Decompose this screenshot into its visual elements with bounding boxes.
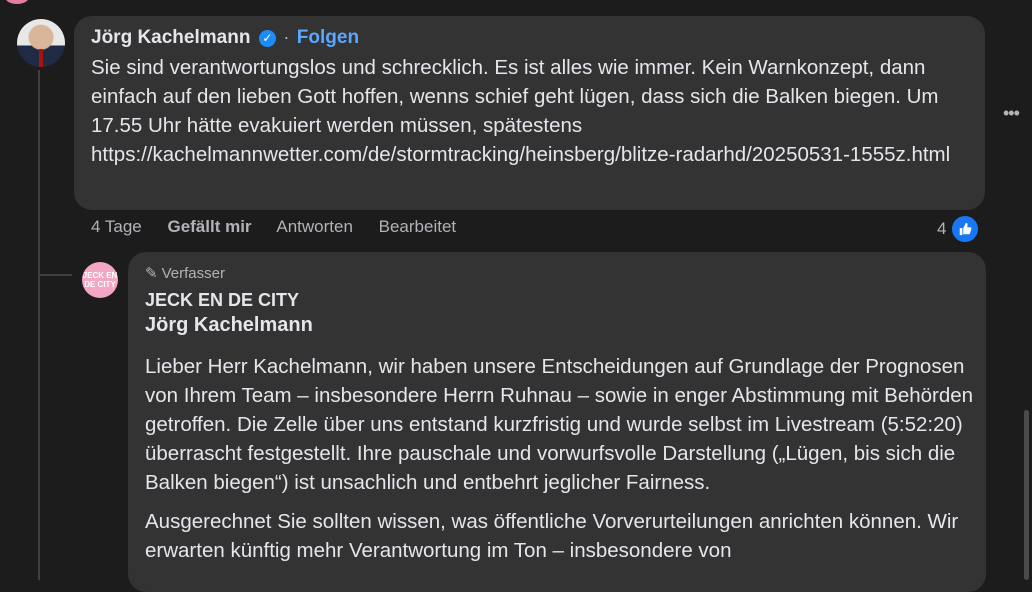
more-options-icon[interactable]: ••• bbox=[1003, 103, 1020, 124]
author-badge: ✎ Verfasser bbox=[145, 264, 225, 283]
reply-author[interactable]: JECK EN DE CITY bbox=[145, 290, 299, 311]
scrollbar[interactable] bbox=[1024, 410, 1029, 580]
reaction-summary[interactable]: 4 bbox=[937, 214, 981, 244]
separator: · bbox=[283, 27, 290, 47]
thread-line bbox=[38, 70, 40, 580]
follow-button[interactable]: Folgen bbox=[297, 27, 359, 48]
reaction-count: 4 bbox=[937, 219, 947, 238]
reply-text: Lieber Herr Kachelmann, wir haben unsere… bbox=[145, 352, 975, 575]
author-badge-label: Verfasser bbox=[161, 264, 225, 282]
comment-bubble: Jörg Kachelmann ✓ · Folgen Sie sind vera… bbox=[74, 16, 985, 210]
pencil-icon: ✎ bbox=[145, 265, 158, 282]
reply-paragraph-1: Lieber Herr Kachelmann, wir haben unsere… bbox=[145, 355, 974, 494]
reply-connector bbox=[38, 274, 72, 276]
comment-text: Sie sind verantwortungslos und schreckli… bbox=[91, 56, 951, 166]
comment-author[interactable]: Jörg Kachelmann bbox=[91, 27, 250, 48]
mention-link[interactable]: Jörg Kachelmann bbox=[145, 314, 313, 337]
previous-avatar bbox=[5, 0, 29, 4]
like-button[interactable]: Gefällt mir bbox=[167, 217, 251, 236]
reply-button[interactable]: Antworten bbox=[276, 217, 353, 236]
page-avatar[interactable]: JECK EN DE CITY bbox=[82, 262, 118, 298]
like-icon bbox=[950, 214, 981, 244]
avatar[interactable] bbox=[17, 19, 65, 67]
verified-badge-icon: ✓ bbox=[258, 30, 276, 47]
edited-label[interactable]: Bearbeitet bbox=[379, 217, 457, 236]
comment-time[interactable]: 4 Tage bbox=[91, 217, 142, 236]
reply-paragraph-2: Ausgerechnet Sie sollten wissen, was öff… bbox=[145, 510, 959, 562]
comment-actions: 4 Tage Gefällt mir Antworten Bearbeitet bbox=[91, 217, 477, 237]
